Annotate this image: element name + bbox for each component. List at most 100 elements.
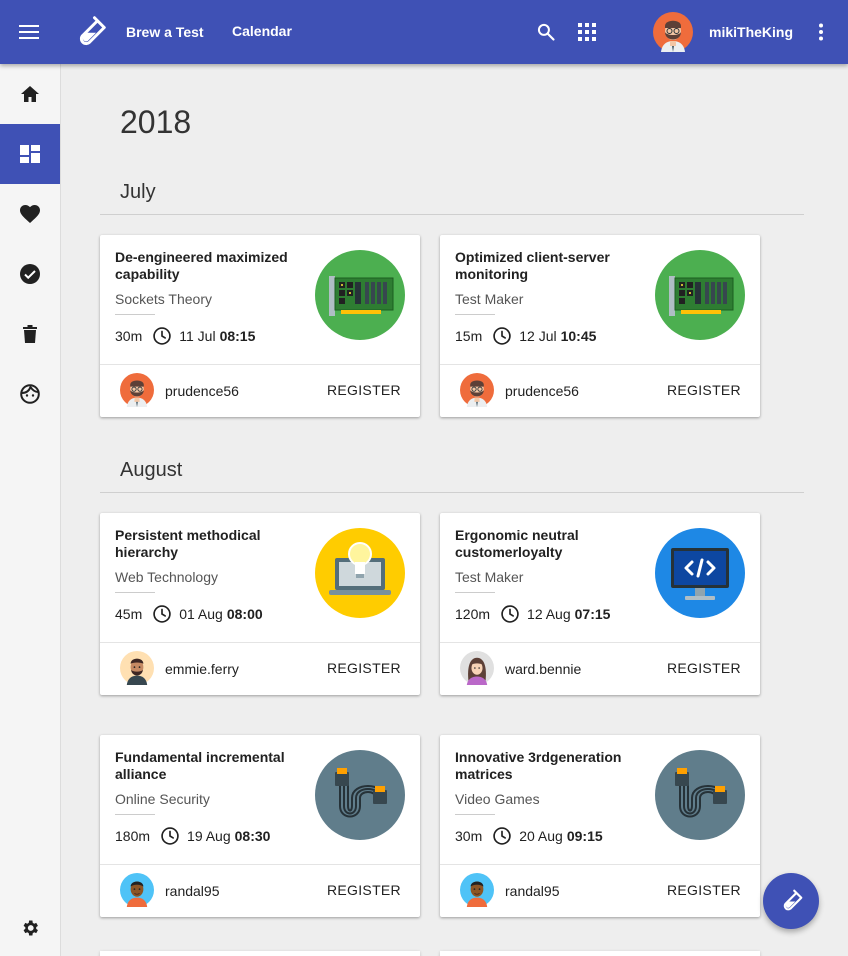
event-card[interactable]: De-engineered maximized capability Socke…	[100, 235, 420, 417]
owner-name[interactable]: randal95	[165, 883, 220, 899]
trash-icon[interactable]	[0, 304, 60, 364]
check-circle-icon[interactable]	[0, 244, 60, 304]
card-category: Web Technology	[115, 569, 218, 585]
divider	[100, 492, 804, 493]
clock-icon	[492, 326, 512, 346]
register-button[interactable]: REGISTER	[667, 882, 741, 898]
divider	[115, 314, 155, 315]
heart-icon[interactable]	[0, 184, 60, 244]
register-button[interactable]: REGISTER	[327, 660, 401, 676]
card-duration: 45m	[115, 606, 143, 622]
card-category: Test Maker	[455, 569, 524, 585]
side-nav	[0, 64, 61, 956]
brew-test-fab[interactable]	[763, 873, 819, 929]
card-time: 08:00	[226, 606, 263, 622]
card-date: 12 Aug	[527, 606, 571, 622]
card-title[interactable]: Persistent methodical hierarchy	[115, 527, 305, 561]
card-thumbnail	[315, 750, 405, 840]
clock-icon	[152, 604, 172, 624]
owner-avatar[interactable]	[120, 651, 154, 685]
event-card[interactable]: Ergonomic neutral customerloyalty Test M…	[440, 513, 760, 695]
divider	[115, 814, 155, 815]
card-date: 20 Aug	[519, 828, 563, 844]
register-button[interactable]: REGISTER	[667, 382, 741, 398]
divider	[100, 864, 420, 865]
card-time: 07:15	[574, 606, 611, 622]
register-button[interactable]: REGISTER	[327, 382, 401, 398]
card-title[interactable]: Ergonomic neutral customerloyalty	[455, 527, 645, 561]
card-meta: 120m 12 Aug 07:15	[455, 603, 610, 625]
flask-icon	[778, 888, 804, 914]
card-date: 01 Aug	[179, 606, 223, 622]
search-icon[interactable]	[528, 14, 564, 50]
card-title[interactable]: Innovative 3rdgeneration matrices	[455, 749, 645, 783]
home-icon[interactable]	[0, 64, 60, 124]
card-meta: 30m 11 Jul 08:15	[115, 325, 255, 347]
divider	[455, 592, 495, 593]
card-date: 11 Jul	[179, 328, 216, 344]
owner-avatar[interactable]	[120, 373, 154, 407]
card-time: 10:45	[560, 328, 597, 344]
owner-name[interactable]: prudence56	[165, 383, 239, 399]
card-duration: 30m	[115, 328, 143, 344]
card-duration: 180m	[115, 828, 151, 844]
divider	[115, 592, 155, 593]
nav-brew-a-test[interactable]: Brew a Test	[126, 24, 204, 40]
gear-icon[interactable]	[0, 898, 60, 956]
card-time: 08:15	[219, 328, 256, 344]
owner-name[interactable]: randal95	[505, 883, 560, 899]
register-button[interactable]: REGISTER	[327, 882, 401, 898]
owner-avatar[interactable]	[460, 873, 494, 907]
owner-avatar[interactable]	[120, 873, 154, 907]
month-heading: July	[120, 181, 156, 203]
card-thumbnail	[655, 250, 745, 340]
card-meta: 180m 19 Aug 08:30	[115, 825, 270, 847]
card-title[interactable]: Fundamental incremental alliance	[115, 749, 305, 783]
dashboard-icon[interactable]	[0, 124, 60, 184]
card-category: Online Security	[115, 791, 210, 807]
card-duration: 120m	[455, 606, 491, 622]
event-card[interactable]: Fundamental incremental alliance Online …	[100, 735, 420, 917]
owner-name[interactable]: prudence56	[505, 383, 579, 399]
menu-icon[interactable]	[10, 12, 50, 52]
card-time: 08:30	[234, 828, 271, 844]
flask-logo-icon[interactable]	[72, 14, 108, 50]
divider	[100, 214, 804, 215]
app-bar: Brew a Test Calendar mikiTheKing	[0, 0, 848, 64]
user-name[interactable]: mikiTheKing	[709, 24, 793, 40]
clock-icon	[492, 826, 512, 846]
divider	[440, 364, 760, 365]
event-card[interactable]: Innovative 3rdgeneration matrices Video …	[440, 735, 760, 917]
card-category: Video Games	[455, 791, 540, 807]
card-category: Sockets Theory	[115, 291, 213, 307]
face-icon[interactable]	[0, 364, 60, 424]
month-heading: August	[120, 459, 183, 481]
divider	[440, 642, 760, 643]
card-time: 09:15	[566, 828, 603, 844]
owner-name[interactable]: emmie.ferry	[165, 661, 239, 677]
divider	[100, 364, 420, 365]
card-date: 12 Jul	[519, 328, 557, 344]
clock-icon	[160, 826, 180, 846]
nav-calendar[interactable]: Calendar	[232, 23, 292, 39]
card-meta: 30m 20 Aug 09:15	[455, 825, 603, 847]
more-vert-icon[interactable]	[803, 14, 839, 50]
card-title[interactable]: De-engineered maximized capability	[115, 249, 305, 283]
card-thumbnail	[655, 750, 745, 840]
card-thumbnail	[655, 528, 745, 618]
clock-icon	[500, 604, 520, 624]
card-category: Test Maker	[455, 291, 524, 307]
event-card	[100, 951, 420, 956]
card-thumbnail	[315, 250, 405, 340]
divider	[100, 642, 420, 643]
owner-avatar[interactable]	[460, 651, 494, 685]
owner-avatar[interactable]	[460, 373, 494, 407]
register-button[interactable]: REGISTER	[667, 660, 741, 676]
card-meta: 45m 01 Aug 08:00	[115, 603, 263, 625]
event-card[interactable]: Optimized client-server monitoring Test …	[440, 235, 760, 417]
card-title[interactable]: Optimized client-server monitoring	[455, 249, 645, 283]
apps-grid-icon[interactable]	[569, 14, 605, 50]
event-card[interactable]: Persistent methodical hierarchy Web Tech…	[100, 513, 420, 695]
user-avatar[interactable]	[653, 12, 693, 52]
owner-name[interactable]: ward.bennie	[505, 661, 581, 677]
